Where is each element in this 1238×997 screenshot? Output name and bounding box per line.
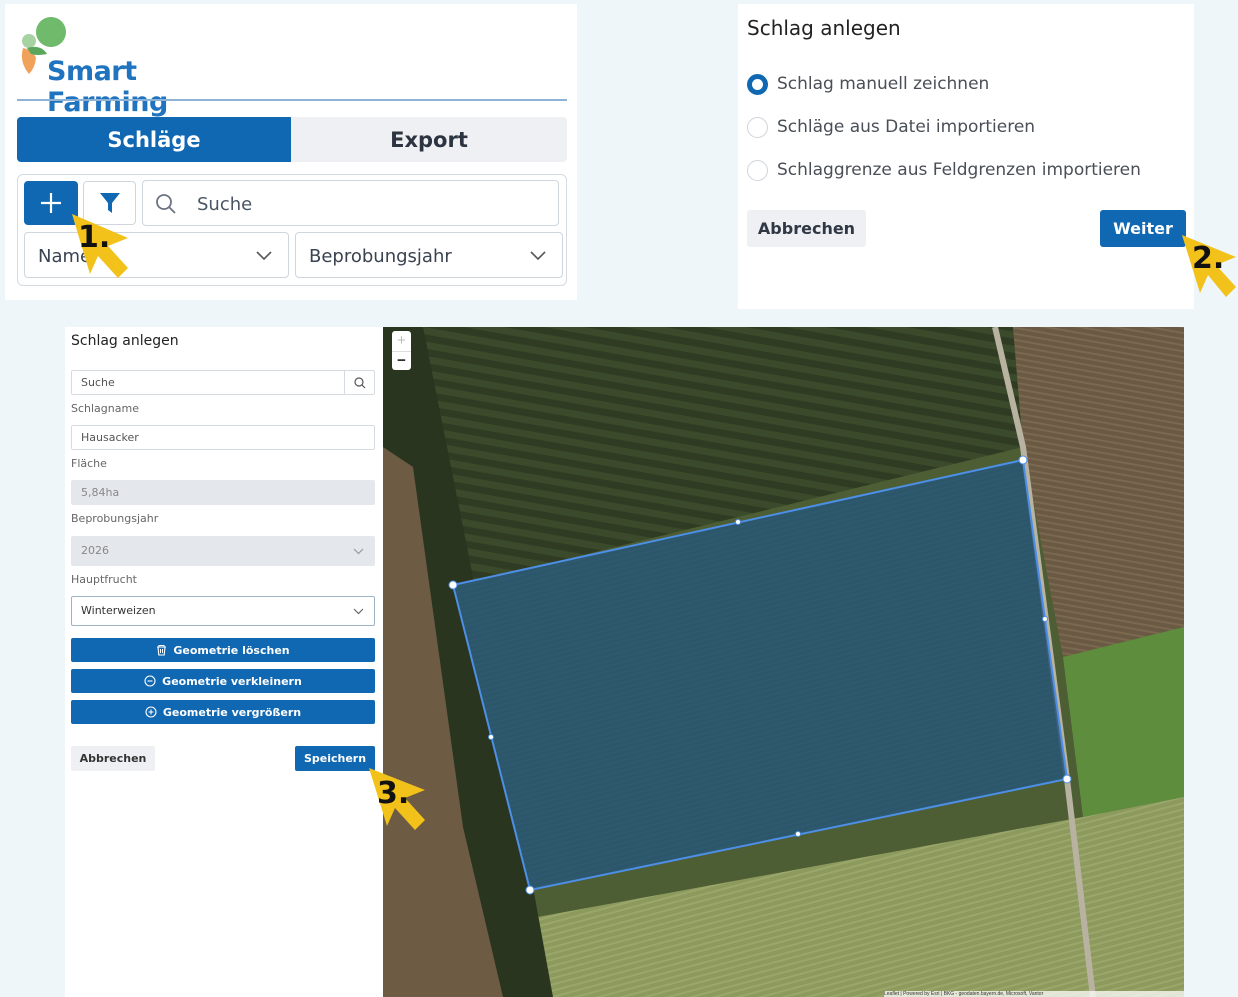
map-attribution: Leaflet | Powered by Esri | BKG - geodat… [884, 991, 1184, 997]
divider [17, 99, 567, 101]
step-2-cursor: 2. [1180, 233, 1238, 299]
area-label: Fläche [71, 457, 107, 470]
radio-icon[interactable] [747, 159, 768, 181]
chevron-down-icon [353, 548, 364, 555]
button-label: Geometrie löschen [173, 643, 290, 657]
smart-farming-logo: Smart Farming [17, 14, 247, 118]
radio-option-draw[interactable]: Schlag manuell zeichnen [747, 72, 989, 96]
chevron-down-icon [256, 251, 272, 261]
radio-selected-icon[interactable] [747, 73, 768, 95]
button-label: Geometrie vergrößern [162, 705, 302, 719]
cancel-button[interactable]: Abbrechen [71, 746, 155, 771]
cancel-button[interactable]: Abbrechen [747, 210, 866, 247]
map-imagery [383, 327, 1184, 997]
logo-text: Smart Farming [47, 56, 168, 118]
year-select[interactable]: Beprobungsjahr [295, 232, 563, 278]
plus-icon [41, 193, 61, 213]
radio-option-import-file[interactable]: Schläge aus Datei importieren [747, 115, 1035, 139]
field-name-value: Hausacker [81, 431, 139, 444]
crop-value: Winterweizen [81, 604, 156, 617]
zoom-out-button[interactable]: − [392, 351, 411, 370]
search-placeholder: Suche [197, 194, 253, 215]
step-number: 1. [78, 220, 111, 255]
step-number: 2. [1192, 241, 1225, 276]
zoom-control: + − [392, 331, 411, 370]
radio-label: Schlaggrenze aus Feldgrenzen importieren [777, 160, 1141, 180]
step-number: 3. [377, 776, 410, 811]
year-select[interactable]: 2026 [71, 536, 375, 566]
sort-name-select[interactable]: Name [24, 232, 289, 278]
zoom-in-button[interactable]: + [392, 331, 411, 350]
grow-geometry-button[interactable]: Geometrie vergrößern [71, 700, 375, 724]
area-input: 5,84ha [71, 480, 375, 505]
radio-label: Schlag manuell zeichnen [777, 74, 990, 94]
create-field-dialog: Schlag anlegen Schlag manuell zeichnen S… [738, 4, 1194, 309]
chevron-down-icon [530, 251, 546, 261]
field-name-input[interactable]: Hausacker [71, 425, 375, 450]
minus-circle-icon [144, 675, 156, 687]
dialog-title: Schlag anlegen [747, 16, 901, 40]
delete-geometry-button[interactable]: Geometrie löschen [71, 638, 375, 662]
form-title: Schlag anlegen [71, 333, 179, 349]
search-icon [156, 194, 176, 214]
plus-circle-icon [145, 706, 157, 718]
shrink-geometry-button[interactable]: Geometrie verkleinern [71, 669, 375, 693]
search-input[interactable]: Suche [142, 180, 559, 226]
satellite-map[interactable]: + − Leaflet | Powered by Esri | BKG - ge… [383, 327, 1184, 997]
crop-select[interactable]: Winterweizen [71, 596, 375, 626]
trash-icon [157, 644, 167, 656]
field-name-label: Schlagname [71, 402, 139, 415]
search-button[interactable] [344, 371, 374, 394]
chevron-down-icon [353, 608, 364, 615]
year-label: Beprobungsjahr [71, 512, 159, 525]
select-label: Beprobungsjahr [309, 246, 452, 267]
step-3-cursor: 3. [367, 766, 431, 832]
field-form-panel: Schlag anlegen Suche Schlagname Hausacke… [65, 327, 383, 997]
area-value: 5,84ha [81, 486, 120, 499]
search-icon [353, 376, 365, 388]
search-placeholder: Suche [81, 376, 115, 389]
radio-label: Schläge aus Datei importieren [777, 117, 1036, 137]
save-button[interactable]: Speichern [295, 746, 375, 771]
step-1-cursor: 1. [70, 212, 134, 282]
address-search-input[interactable]: Suche [71, 370, 375, 395]
next-button[interactable]: Weiter [1100, 210, 1186, 247]
button-label: Geometrie verkleinern [162, 674, 302, 688]
crop-label: Hauptfrucht [71, 573, 137, 586]
radio-option-import-boundaries[interactable]: Schlaggrenze aus Feldgrenzen importieren [747, 158, 1141, 182]
year-value: 2026 [81, 544, 109, 557]
tab-schlaege[interactable]: Schläge [17, 117, 291, 162]
radio-icon[interactable] [747, 116, 768, 138]
tab-export[interactable]: Export [291, 117, 567, 162]
